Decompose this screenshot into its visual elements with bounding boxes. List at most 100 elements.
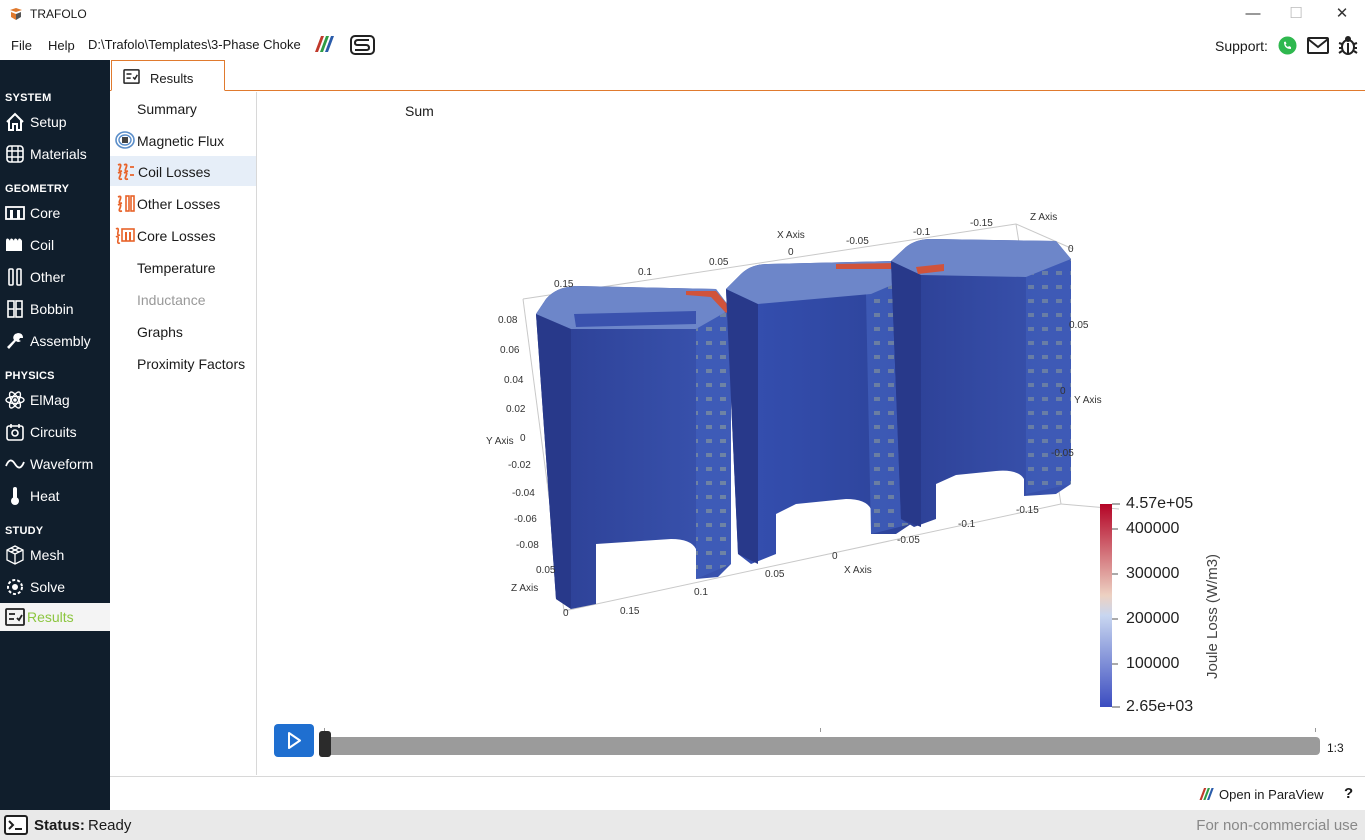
solver-icon[interactable] <box>350 35 375 55</box>
help-button[interactable]: ? <box>1344 785 1353 802</box>
coil-losses-icon <box>117 163 134 181</box>
colorbar-tick: 400000 <box>1126 520 1179 537</box>
subnav-inductance[interactable]: Inductance <box>110 284 256 314</box>
y-tick: -0.08 <box>516 540 539 551</box>
tab-bar: Results <box>110 60 1365 91</box>
colorbar-tick: 300000 <box>1126 565 1179 582</box>
sidebar-item-results[interactable]: Results <box>0 603 110 631</box>
coil-leg-2 <box>726 261 911 564</box>
sidebar-item-label: Materials <box>30 146 87 162</box>
sidebar-item-label: ElMag <box>30 392 70 408</box>
sidebar-item-label: Waveform <box>30 456 94 472</box>
minimize-button[interactable]: — <box>1241 4 1265 26</box>
subnav-magnetic-flux[interactable]: Magnetic Flux <box>110 125 256 155</box>
section-study: STUDY <box>5 525 44 537</box>
subnav-label: Temperature <box>137 260 216 276</box>
sidebar-item-solve[interactable]: Solve <box>0 573 110 601</box>
z-tick: 0 <box>563 608 569 619</box>
timeline-slider[interactable] <box>322 737 1320 755</box>
tab-results[interactable]: Results <box>111 60 225 91</box>
sidebar-item-circuits[interactable]: Circuits <box>0 418 110 446</box>
y-tick: -0.04 <box>512 488 535 499</box>
subnav-core-losses[interactable]: Core Losses <box>110 220 256 250</box>
y-tick: -0.06 <box>514 514 537 525</box>
sidebar-item-core[interactable]: Core <box>0 199 110 227</box>
mesh-icon <box>6 545 24 565</box>
sidebar-item-label: Setup <box>30 114 67 130</box>
terminal-icon[interactable] <box>4 815 28 835</box>
x-tick: -0.1 <box>913 227 931 238</box>
play-button[interactable] <box>274 724 314 757</box>
sidebar-item-coil[interactable]: Coil <box>0 231 110 259</box>
sidebar-item-label: Other <box>30 269 66 285</box>
sidebar-item-elmag[interactable]: ElMag <box>0 386 110 414</box>
bug-report-icon[interactable] <box>1338 35 1358 56</box>
section-system: SYSTEM <box>5 92 52 104</box>
subnav-label: Core Losses <box>137 228 216 244</box>
subnav-graphs[interactable]: Graphs <box>110 316 256 346</box>
sidebar-item-label: Circuits <box>30 424 77 440</box>
x-tick: 0.05 <box>765 569 785 580</box>
subnav-label: Graphs <box>137 324 183 340</box>
sidebar-item-mesh[interactable]: Mesh <box>0 541 110 569</box>
sidebar-item-assembly[interactable]: Assembly <box>0 327 110 355</box>
x-tick: 0 <box>788 247 794 258</box>
sidebar-item-bobbin[interactable]: Bobbin <box>0 295 110 323</box>
grid-globe-icon <box>6 145 24 163</box>
results-icon <box>5 608 25 626</box>
menu-file[interactable]: File <box>11 38 32 53</box>
mail-icon[interactable] <box>1307 37 1329 54</box>
x-tick: -0.1 <box>958 519 976 530</box>
wave-icon <box>5 459 25 469</box>
sidebar-item-setup[interactable]: Setup <box>0 108 110 136</box>
core-losses-icon <box>115 227 135 244</box>
sidebar-item-other[interactable]: Other <box>0 263 110 291</box>
x-tick: 0 <box>832 551 838 562</box>
sidebar-item-label: Results <box>27 609 74 625</box>
render-canvas[interactable]: 4.57e+05 400000 300000 200000 100000 2.6… <box>396 99 1224 719</box>
sidebar-item-label: Core <box>30 205 61 221</box>
x-tick: -0.15 <box>1016 505 1039 516</box>
timeline-handle[interactable] <box>319 731 331 757</box>
subnav-proximity-factors[interactable]: Proximity Factors <box>110 348 256 378</box>
sidebar-item-waveform[interactable]: Waveform <box>0 450 110 478</box>
maximize-button[interactable]: ☐ <box>1284 4 1308 26</box>
x-axis-title: X Axis <box>777 230 805 241</box>
menu-bar: File Help D:\Trafolo\Templates\3-Phase C… <box>0 30 1365 60</box>
coil-leg-3 <box>891 239 1071 527</box>
sidebar-item-materials[interactable]: Materials <box>0 140 110 168</box>
close-button[interactable]: ✕ <box>1330 4 1354 26</box>
subnav-coil-losses[interactable]: Coil Losses <box>110 156 256 186</box>
subnav-other-losses[interactable]: Other Losses <box>110 188 256 218</box>
y-tick: -0.05 <box>1051 448 1074 459</box>
colorbar-tick: 100000 <box>1126 655 1179 672</box>
sidebar-item-heat[interactable]: Heat <box>0 482 110 510</box>
trafolo-logo-icon <box>10 8 22 20</box>
core-icon <box>5 206 25 220</box>
y-axis-title: Y Axis <box>1074 395 1102 406</box>
subnav-label: Coil Losses <box>138 164 211 180</box>
y-tick: 0.08 <box>498 315 518 326</box>
render-view[interactable]: Sum 4.57e+05 400000 300000 200000 100000… <box>396 99 1224 719</box>
colorbar-min: 2.65e+03 <box>1126 698 1193 715</box>
sidebar-item-label: Solve <box>30 579 66 595</box>
magnetic-flux-icon <box>115 131 135 149</box>
y-tick: -0.02 <box>508 460 531 471</box>
subnav-label: Magnetic Flux <box>137 133 225 149</box>
x-tick: -0.15 <box>970 218 993 229</box>
y-tick: 0.04 <box>504 375 524 386</box>
subnav-temperature[interactable]: Temperature <box>110 252 256 282</box>
paraview-icon[interactable] <box>313 35 337 53</box>
colorbar-tick: 200000 <box>1126 610 1179 627</box>
results-icon <box>123 69 140 84</box>
whatsapp-icon[interactable] <box>1278 36 1297 55</box>
support-label: Support: <box>1215 38 1268 54</box>
subnav-summary[interactable]: Summary <box>110 93 256 123</box>
subnav-label: Proximity Factors <box>137 356 246 372</box>
sidebar-item-label: Coil <box>30 237 55 253</box>
z-tick: 0 <box>1068 244 1074 255</box>
frame-counter: 1:3 <box>1327 741 1344 755</box>
open-in-paraview-button[interactable]: Open in ParaView <box>1219 787 1324 802</box>
menu-help[interactable]: Help <box>48 38 75 53</box>
paraview-icon <box>1199 788 1214 800</box>
